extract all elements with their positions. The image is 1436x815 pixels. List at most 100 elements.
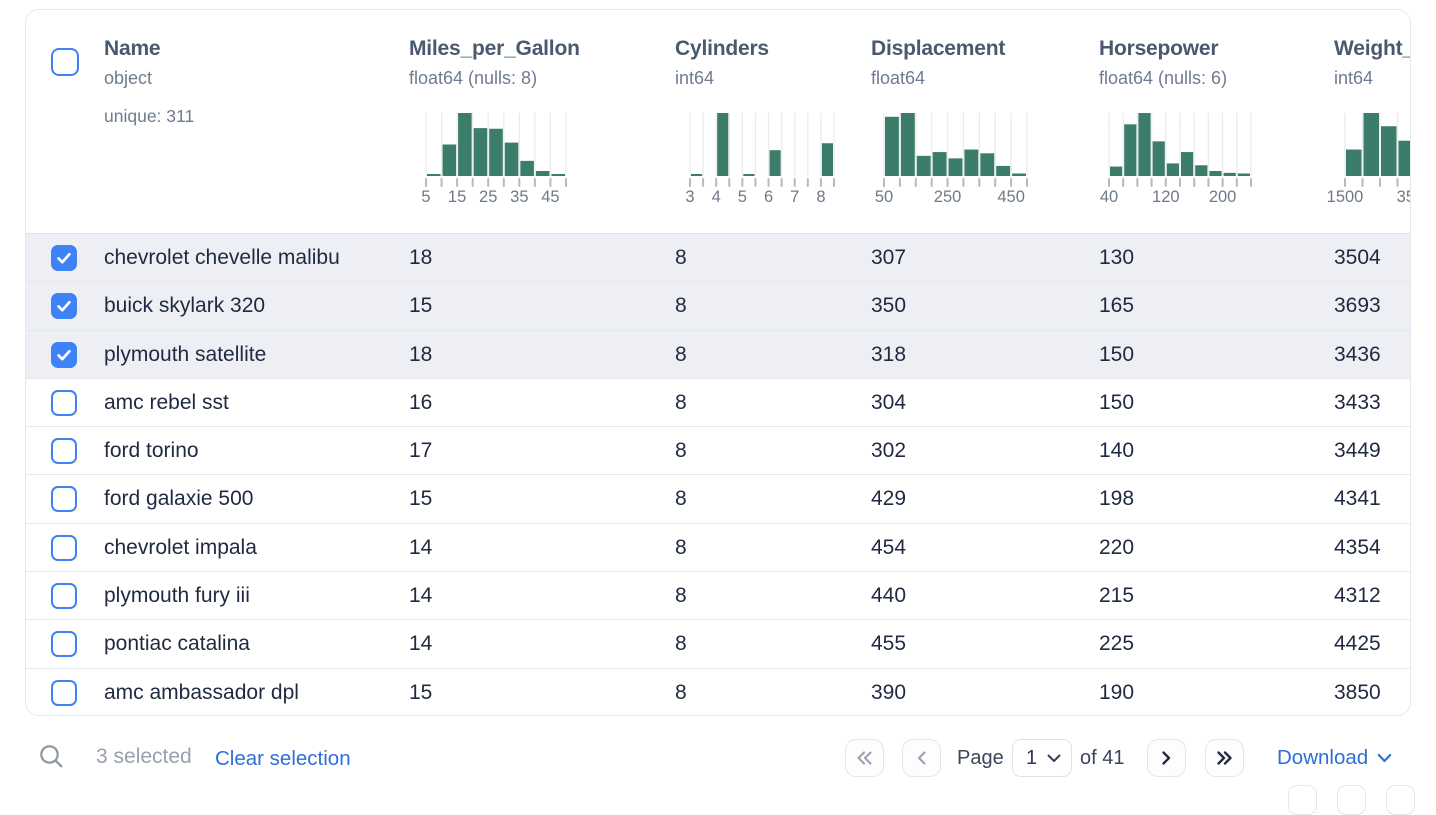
table-row: chevrolet chevelle malibu1883071303504 (26, 234, 1410, 282)
cell-cyl: 8 (675, 620, 687, 667)
cell-mpg: 14 (409, 524, 432, 571)
page-select[interactable]: 1 (1012, 739, 1072, 777)
svg-text:25: 25 (479, 188, 497, 206)
histogram-mpg[interactable]: 515253545 (426, 113, 566, 205)
row-checkbox[interactable] (51, 535, 77, 561)
cell-mpg: 15 (409, 282, 432, 329)
cell-hp: 215 (1099, 572, 1134, 619)
row-checkbox[interactable] (51, 342, 77, 368)
selected-count: 3 selected (96, 745, 192, 769)
prev-page-button[interactable] (902, 739, 941, 777)
cell-hp: 165 (1099, 282, 1134, 329)
cell-wt: 3693 (1334, 282, 1381, 329)
row-checkbox[interactable] (51, 293, 77, 319)
svg-text:8: 8 (816, 188, 825, 206)
last-page-button[interactable] (1205, 739, 1244, 777)
cutoff-button-stub-1[interactable] (1288, 785, 1317, 815)
cell-name: buick skylark 320 (104, 282, 265, 329)
table-row: pontiac catalina1484552254425 (26, 620, 1410, 668)
cell-cyl: 8 (675, 379, 687, 426)
next-page-button[interactable] (1147, 739, 1186, 777)
checkmark-icon (54, 296, 74, 316)
cell-wt: 4341 (1334, 475, 1381, 522)
table-header: Nameobjectunique: 311Miles_per_Gallonflo… (26, 10, 1410, 234)
row-checkbox[interactable] (51, 245, 77, 271)
column-dtype-name: object (104, 68, 152, 89)
select-all-checkbox[interactable] (51, 48, 79, 76)
cell-disp: 390 (871, 669, 906, 716)
cell-hp: 225 (1099, 620, 1134, 667)
column-header-disp[interactable]: Displacement (871, 37, 1005, 61)
histogram-cyl[interactable]: 345678 (690, 113, 834, 205)
cell-wt: 4312 (1334, 572, 1381, 619)
cell-disp: 302 (871, 427, 906, 474)
histogram-svg: 40120200 (1109, 113, 1251, 205)
row-checkbox[interactable] (51, 583, 77, 609)
page-select-value: 1 (1026, 747, 1037, 770)
column-header-cyl[interactable]: Cylinders (675, 37, 769, 61)
cell-disp: 350 (871, 282, 906, 329)
table-row: amc ambassador dpl1583901903850 (26, 669, 1410, 716)
histogram-svg: 515253545 (426, 113, 566, 205)
cell-mpg: 14 (409, 620, 432, 667)
cell-wt: 3449 (1334, 427, 1381, 474)
row-checkbox[interactable] (51, 680, 77, 706)
svg-text:4: 4 (712, 188, 721, 206)
histogram-svg: 345678 (690, 113, 834, 205)
download-button[interactable]: Download (1277, 746, 1392, 770)
cutoff-button-stub-3[interactable] (1386, 785, 1415, 815)
svg-text:200: 200 (1209, 188, 1237, 206)
first-page-button[interactable] (845, 739, 884, 777)
row-checkbox[interactable] (51, 631, 77, 657)
row-checkbox[interactable] (51, 390, 77, 416)
svg-text:50: 50 (875, 188, 893, 206)
svg-text:7: 7 (790, 188, 799, 206)
svg-text:3: 3 (685, 188, 694, 206)
column-dtype-cyl: int64 (675, 68, 714, 89)
svg-text:6: 6 (764, 188, 773, 206)
page-of-label: of 41 (1080, 747, 1124, 770)
column-header-name[interactable]: Name (104, 37, 160, 61)
cell-hp: 220 (1099, 524, 1134, 571)
column-header-wt[interactable]: Weight_in_lbs (1334, 37, 1411, 61)
chevron-right-icon (1160, 751, 1173, 765)
cell-cyl: 8 (675, 572, 687, 619)
svg-text:5: 5 (421, 188, 430, 206)
cell-mpg: 18 (409, 331, 432, 378)
column-header-mpg[interactable]: Miles_per_Gallon (409, 37, 580, 61)
column-dtype-wt: int64 (1334, 68, 1373, 89)
chevron-left-icon (915, 751, 928, 765)
cutoff-button-stub-2[interactable] (1337, 785, 1366, 815)
table-row: amc rebel sst1683041503433 (26, 379, 1410, 427)
search-icon[interactable] (38, 743, 65, 775)
svg-text:120: 120 (1152, 188, 1180, 206)
row-checkbox[interactable] (51, 438, 77, 464)
cell-hp: 140 (1099, 427, 1134, 474)
cell-disp: 429 (871, 475, 906, 522)
column-dtype-disp: float64 (871, 68, 925, 89)
clear-selection-link[interactable]: Clear selection (215, 747, 351, 771)
page-label: Page (957, 747, 1004, 770)
cell-disp: 307 (871, 234, 906, 281)
histogram-svg: 50250450 (884, 113, 1027, 205)
cell-wt: 3850 (1334, 669, 1381, 716)
row-checkbox[interactable] (51, 486, 77, 512)
cell-hp: 198 (1099, 475, 1134, 522)
svg-text:450: 450 (997, 188, 1025, 206)
cell-wt: 3504 (1334, 234, 1381, 281)
column-header-hp[interactable]: Horsepower (1099, 37, 1218, 61)
svg-text:1500: 1500 (1327, 188, 1364, 206)
download-label: Download (1277, 746, 1368, 770)
cell-hp: 150 (1099, 331, 1134, 378)
histogram-disp[interactable]: 50250450 (884, 113, 1027, 205)
cell-cyl: 8 (675, 331, 687, 378)
cell-name: ford galaxie 500 (104, 475, 253, 522)
histogram-hp[interactable]: 40120200 (1109, 113, 1251, 205)
checkmark-icon (54, 248, 74, 268)
cell-cyl: 8 (675, 524, 687, 571)
histogram-wt[interactable]: 15003500 (1345, 113, 1411, 205)
cell-disp: 440 (871, 572, 906, 619)
cell-disp: 318 (871, 331, 906, 378)
cell-name: pontiac catalina (104, 620, 250, 667)
data-table-card: Nameobjectunique: 311Miles_per_Gallonflo… (25, 9, 1411, 716)
